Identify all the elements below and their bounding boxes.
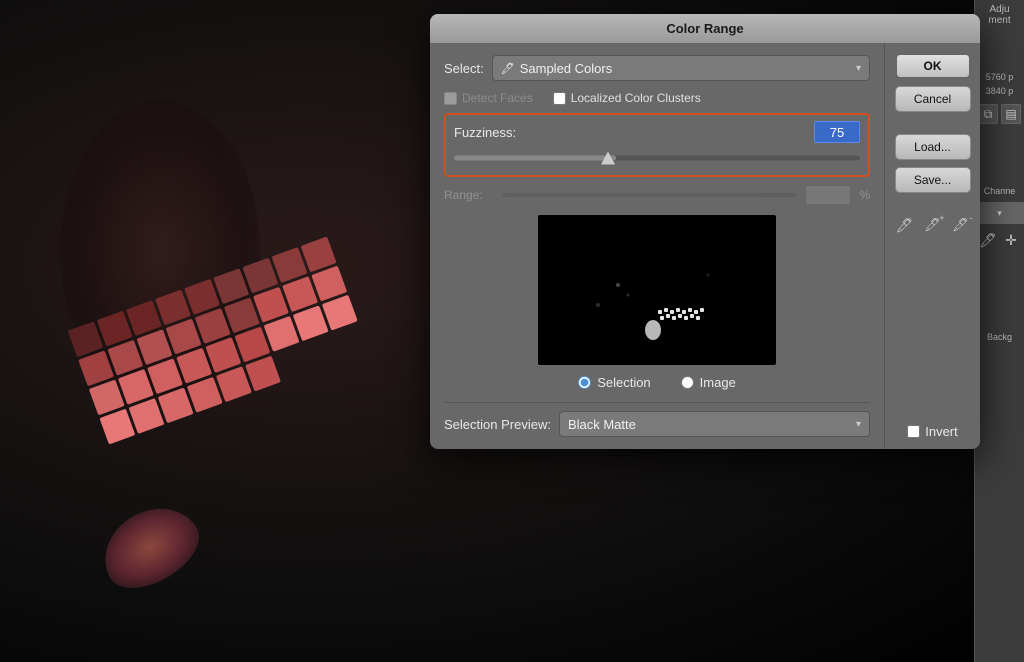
selection-preview-chevron-icon: ▾ — [856, 419, 861, 430]
selection-radio-label[interactable]: Selection — [578, 375, 650, 390]
color-range-dialog: Color Range Select: 🖊 Sampled Colors ▾ — [430, 14, 980, 449]
panel-icon-1[interactable]: ⧉ — [978, 104, 998, 124]
fuzziness-section: Fuzziness: — [444, 113, 870, 177]
range-percent: % — [859, 188, 870, 202]
dialog-titlebar: Color Range — [430, 14, 980, 43]
range-row: Range: % — [444, 185, 870, 205]
eyedropper-normal-icon[interactable]: 🖊 — [893, 213, 917, 237]
select-value: Sampled Colors — [520, 61, 613, 76]
preview-container — [444, 215, 870, 365]
modal-container: Color Range Select: 🖊 Sampled Colors ▾ — [430, 14, 980, 449]
range-input[interactable] — [805, 185, 851, 205]
radio-row: Selection Image — [444, 375, 870, 390]
selection-preview-label: Selection Preview: — [444, 417, 551, 432]
right-panel-back: Backg — [975, 330, 1024, 344]
tool-icon-1[interactable]: 🖊 — [978, 230, 998, 250]
range-slider-track — [502, 193, 797, 197]
eyedropper-subtract-icon[interactable]: 🖊- — [949, 213, 973, 237]
select-row: Select: 🖊 Sampled Colors ▾ — [444, 55, 870, 81]
fuzziness-slider-container[interactable] — [454, 149, 860, 167]
selection-radio[interactable] — [578, 376, 591, 389]
detect-faces-checkbox[interactable] — [444, 92, 457, 105]
selection-preview-value: Black Matte — [568, 417, 636, 432]
range-label: Range: — [444, 188, 494, 202]
selection-preview-row: Selection Preview: Black Matte ▾ — [444, 402, 870, 437]
detect-faces-label[interactable]: Detect Faces — [444, 91, 533, 105]
tool-icon-2[interactable]: ✛ — [1001, 230, 1021, 250]
right-panel-icons: ⧉ ▤ — [975, 104, 1024, 124]
right-panel-tools: 🖊 ✛ — [975, 230, 1024, 250]
select-chevron-icon: ▾ — [856, 63, 861, 74]
dialog-main: Select: 🖊 Sampled Colors ▾ Detect Faces — [430, 43, 884, 449]
channel-dropdown[interactable]: ▾ — [975, 202, 1024, 224]
right-panel-value1: 5760 p — [975, 70, 1024, 84]
options-row: Detect Faces Localized Color Clusters — [444, 91, 870, 105]
invert-checkbox[interactable] — [907, 425, 920, 438]
fuzziness-slider-thumb[interactable] — [601, 152, 615, 165]
fuzziness-label: Fuzziness: — [454, 125, 516, 140]
eyedropper-icon: 🖊 — [501, 62, 515, 75]
eyedropper-icons-row: 🖊 🖊+ 🖊- — [893, 213, 973, 237]
select-dropdown[interactable]: 🖊 Sampled Colors ▾ — [492, 55, 870, 81]
preview-image — [538, 215, 776, 365]
select-label: Select: — [444, 61, 484, 76]
channel-chevron: ▾ — [997, 208, 1002, 219]
fuzziness-input[interactable] — [814, 121, 860, 143]
right-panel: Adjument 5760 p 3840 p ⧉ ▤ Channe ▾ 🖊 ✛ … — [974, 0, 1024, 662]
save-button[interactable]: Save... — [895, 167, 971, 193]
ok-button[interactable]: OK — [895, 53, 971, 79]
image-radio-label[interactable]: Image — [681, 375, 736, 390]
right-panel-value2: 3840 p — [975, 84, 1024, 98]
panel-icon-2[interactable]: ▤ — [1001, 104, 1021, 124]
image-radio[interactable] — [681, 376, 694, 389]
invert-label[interactable]: Invert — [907, 424, 958, 439]
dialog-title: Color Range — [666, 21, 743, 36]
right-panel-adj-label: Adjument — [975, 0, 1024, 30]
fuzziness-row: Fuzziness: — [454, 121, 860, 143]
preview-svg — [538, 215, 776, 365]
dialog-buttons: OK Cancel Load... Save... 🖊 🖊+ 🖊 — [884, 43, 980, 449]
select-dropdown-content: 🖊 Sampled Colors — [501, 61, 612, 76]
cancel-button[interactable]: Cancel — [895, 86, 971, 112]
eyedropper-add-icon[interactable]: 🖊+ — [921, 213, 945, 237]
localized-clusters-label[interactable]: Localized Color Clusters — [553, 91, 701, 105]
right-panel-channel: Channe — [975, 184, 1024, 198]
localized-clusters-checkbox[interactable] — [553, 92, 566, 105]
load-button[interactable]: Load... — [895, 134, 971, 160]
dialog-body: Select: 🖊 Sampled Colors ▾ Detect Faces — [430, 43, 980, 449]
selection-preview-dropdown[interactable]: Black Matte ▾ — [559, 411, 870, 437]
fuzziness-slider-fill — [454, 156, 616, 161]
